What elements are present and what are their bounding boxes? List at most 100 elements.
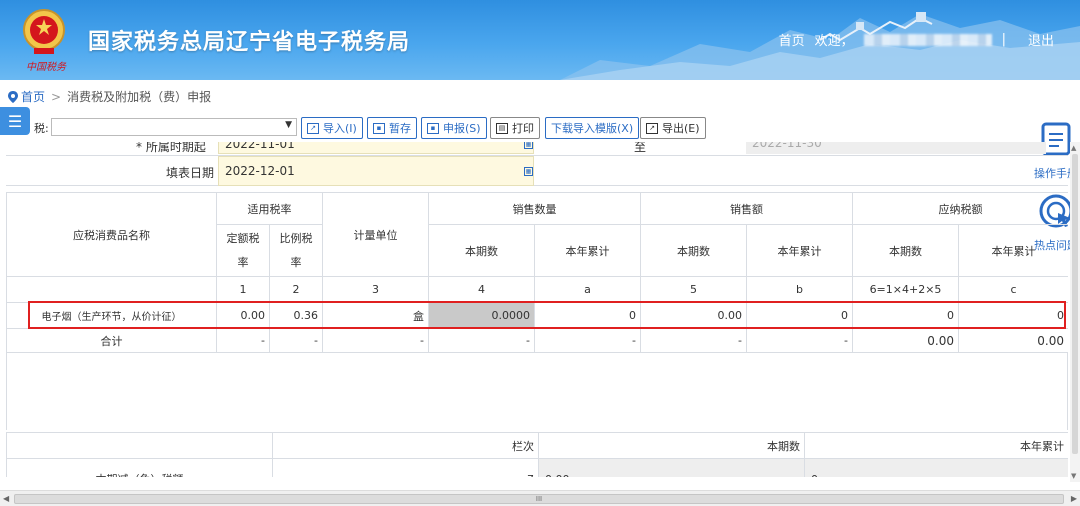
col-code: 2 [269, 276, 323, 303]
col-header-unit: 计量单位 [322, 192, 429, 277]
fill-date-value: 2022-12-01 [225, 164, 295, 178]
tax-type-label: 税: [34, 122, 49, 135]
col-code: b [746, 276, 853, 303]
submit-button[interactable]: ▪ 申报(S) [421, 117, 487, 139]
site-title: 国家税务总局辽宁省电子税务局 [88, 30, 411, 55]
nav-separator: | [1001, 32, 1006, 47]
lower-row-line: 7 [272, 458, 539, 477]
col-header-amount-group: 销售额 [640, 192, 853, 225]
download-template-label: 下载导入模版(X) [551, 122, 634, 135]
col-code-blank [6, 276, 217, 303]
calendar-icon[interactable]: ▦ [524, 142, 533, 149]
print-button[interactable]: ▤ 打印 [490, 117, 540, 139]
col-header-tax-ytd: 本年累计 [958, 224, 1068, 277]
period-start-field[interactable]: 2022-11-01 [218, 142, 534, 154]
breadcrumb-home[interactable]: 首页 [21, 88, 45, 105]
period-end-value: 2022-11-30 [752, 142, 822, 150]
breadcrumb: 首页 > 消费税及附加税（费）申报 [8, 88, 211, 105]
horizontal-scrollbar[interactable]: ◀ III ▶ [0, 490, 1080, 506]
lower-row-current[interactable]: 0.00 [538, 458, 805, 477]
col-header-amount-current: 本期数 [640, 224, 747, 277]
site-header: 中国税务 国家税务总局辽宁省电子税务局 首页 欢迎， | 退出 [0, 0, 1080, 80]
col-header-rate-group: 适用税率 [216, 192, 323, 225]
col-code: 5 [640, 276, 747, 303]
total-fixed-rate: - [216, 328, 270, 353]
import-button-label: 导入(I) [323, 122, 357, 135]
lower-header-current: 本期数 [538, 432, 805, 459]
user-name-redacted [863, 33, 992, 46]
table-row-total: 合计 - - - - - - - 0.00 0.00 [6, 328, 1068, 353]
period-end-field: 2022-11-30 [746, 142, 1046, 154]
period-row: * 所属时期起 2022-11-01 ▦ 至 2022-11-30 [6, 142, 1068, 156]
scrollbar-grip: III [535, 495, 543, 503]
lower-header-blank [6, 432, 273, 459]
col-header-ratio-rate: 比例税率 [269, 224, 323, 277]
lower-row-label: 本期减（免）税额 [6, 458, 273, 477]
col-code: 4 [428, 276, 535, 303]
fill-date-field[interactable]: 2022-12-01 [218, 156, 534, 186]
location-pin-icon [8, 90, 18, 103]
total-amount-ytd: - [746, 328, 853, 353]
col-code: c [958, 276, 1068, 303]
fill-date-label: 填表日期 [166, 166, 215, 180]
save-icon: ▪ [373, 122, 385, 134]
save-draft-label: 暂存 [389, 122, 411, 135]
period-start-value: 2022-11-01 [225, 142, 295, 151]
total-qty-ytd: - [534, 328, 641, 353]
lower-row-ytd: 0 [804, 458, 1068, 477]
nav-welcome-text: 欢迎， [814, 34, 854, 49]
emblem-caption: 中国税务 [26, 62, 66, 73]
breadcrumb-separator: > [51, 89, 62, 104]
menu-toggle-icon[interactable]: ☰ [0, 107, 30, 135]
col-code: 3 [322, 276, 429, 303]
reduction-table: 栏次 本期数 本年累计 本期减（免）税额 7 0.00 0 [6, 432, 1068, 477]
scroll-down-icon[interactable]: ▼ [1071, 472, 1076, 480]
nav-home-link[interactable]: 首页 [779, 30, 805, 49]
scroll-right-icon[interactable]: ▶ [1071, 494, 1077, 503]
col-header-tax-group: 应纳税额 [852, 192, 1068, 225]
submit-button-label: 申报(S) [443, 122, 481, 135]
download-template-button[interactable]: 下载导入模版(X) [545, 117, 640, 139]
top-nav: 首页 欢迎， | 退出 [769, 30, 1054, 49]
printer-icon: ▤ [496, 122, 508, 134]
period-to-label: 至 [634, 142, 647, 154]
vertical-scrollbar[interactable]: ▲ ▼ [1070, 142, 1080, 482]
nav-logout-link[interactable]: 退出 [1028, 30, 1054, 49]
total-tax-current: 0.00 [852, 328, 959, 353]
col-header-qty-group: 销售数量 [428, 192, 641, 225]
export-icon: ↗ [646, 122, 658, 134]
total-qty-current: - [428, 328, 535, 353]
col-header-name: 应税消费品名称 [6, 192, 217, 277]
scroll-up-icon[interactable]: ▲ [1071, 144, 1076, 152]
col-header-qty-current: 本期数 [428, 224, 535, 277]
col-code: 6=1×4+2×5 [852, 276, 959, 303]
declaration-form: * 所属时期起 2022-11-01 ▦ 至 2022-11-30 填表日期 2… [6, 142, 1068, 477]
col-header-amount-ytd: 本年累计 [746, 224, 853, 277]
total-ratio-rate: - [269, 328, 323, 353]
import-button[interactable]: ↗ 导入(I) [301, 117, 363, 139]
tax-type-select[interactable]: ▼ [51, 118, 297, 136]
scroll-left-icon[interactable]: ◀ [3, 494, 9, 503]
col-code: a [534, 276, 641, 303]
submit-icon: ▪ [427, 122, 439, 134]
col-code: 1 [216, 276, 270, 303]
total-label: 合计 [6, 328, 217, 353]
fixed-rate-line2: 率 [237, 255, 249, 269]
export-button[interactable]: ↗ 导出(E) [640, 117, 706, 139]
breadcrumb-current: 消费税及附加税（费）申报 [67, 90, 212, 104]
total-unit: - [322, 328, 429, 353]
print-button-label: 打印 [512, 122, 534, 135]
period-start-label: * 所属时期起 [136, 142, 206, 154]
calendar-icon[interactable]: ▦ [524, 167, 533, 176]
tax-emblem-icon [23, 9, 65, 54]
horizontal-scrollbar-thumb[interactable]: III [14, 494, 1064, 504]
col-header-qty-ytd: 本年累计 [534, 224, 641, 277]
table-empty-space [6, 352, 1068, 430]
fill-date-row: 填表日期 2022-12-01 ▦ [6, 156, 1068, 186]
total-amount-current: - [640, 328, 747, 353]
ratio-rate-line2: 率 [290, 255, 302, 269]
save-draft-button[interactable]: ▪ 暂存 [367, 117, 417, 139]
vertical-scrollbar-thumb[interactable] [1072, 154, 1078, 454]
ratio-rate-line1: 比例税 [279, 231, 313, 245]
col-header-tax-current: 本期数 [852, 224, 959, 277]
